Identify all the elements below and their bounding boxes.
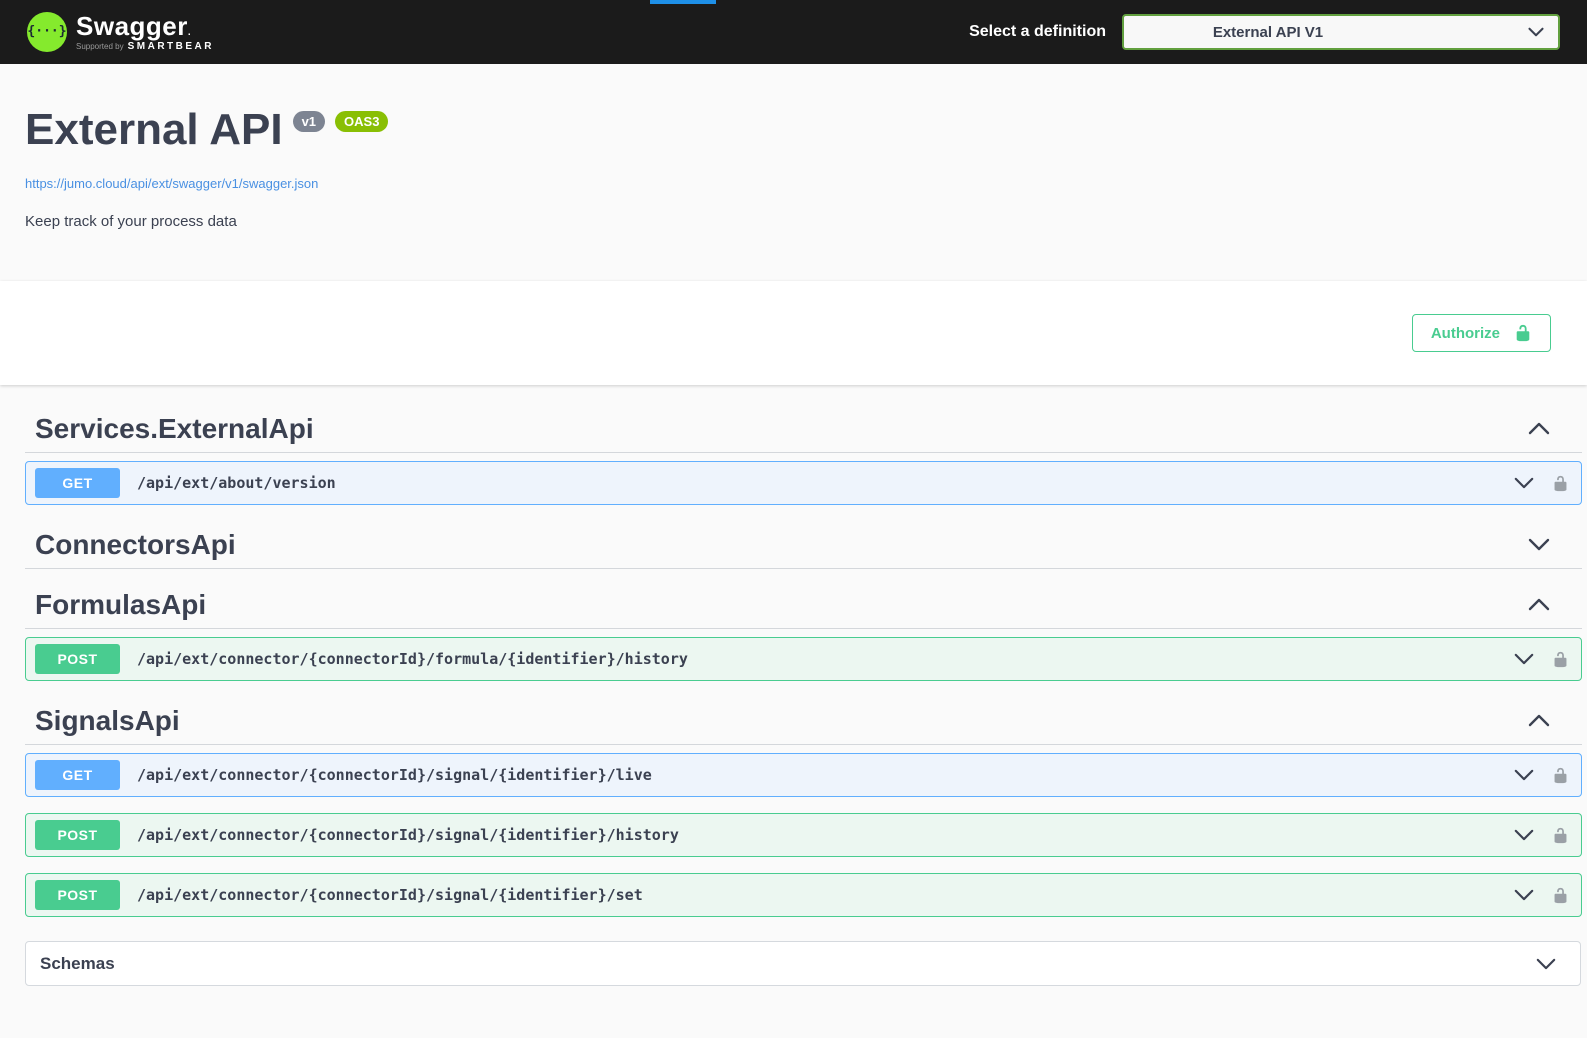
swagger-braces-icon: {···}: [27, 12, 67, 52]
method-badge: POST: [35, 880, 120, 910]
info-section: External API v1 OAS3 https://jumo.cloud/…: [0, 64, 1587, 281]
tag-section-signalsapi: SignalsApi GET /api/ext/connector/{conne…: [25, 697, 1582, 917]
unlocked-padlock-icon[interactable]: [1552, 651, 1569, 668]
operation-path: /api/ext/connector/{connectorId}/signal/…: [137, 766, 1514, 784]
unlocked-padlock-icon[interactable]: [1552, 827, 1569, 844]
select-definition-label: Select a definition: [969, 23, 1106, 41]
chevron-up-icon[interactable]: [1528, 598, 1550, 611]
schemas-section[interactable]: Schemas: [25, 941, 1581, 986]
unlocked-padlock-icon[interactable]: [1552, 475, 1569, 492]
scheme-container: Authorize: [0, 281, 1587, 385]
tag-section-connectorsapi: ConnectorsApi: [25, 521, 1582, 569]
chevron-down-icon[interactable]: [1536, 958, 1556, 970]
unlocked-padlock-icon: [1514, 324, 1532, 342]
authorize-button[interactable]: Authorize: [1412, 314, 1551, 352]
operations-area: Services.ExternalApi GET /api/ext/about/…: [0, 385, 1587, 986]
operation-row[interactable]: POST /api/ext/connector/{connectorId}/si…: [25, 873, 1582, 917]
operation-row[interactable]: GET /api/ext/connector/{connectorId}/sig…: [25, 753, 1582, 797]
version-badge: v1: [293, 111, 325, 132]
topbar: {···} Swagger. Supported by SMARTBEAR Se…: [0, 0, 1587, 64]
chevron-down-icon[interactable]: [1514, 653, 1534, 665]
tag-title: FormulasApi: [25, 589, 1528, 621]
definition-select[interactable]: External API V1: [1122, 14, 1560, 50]
operation-row[interactable]: POST /api/ext/connector/{connectorId}/fo…: [25, 637, 1582, 681]
chevron-down-icon[interactable]: [1514, 477, 1534, 489]
chevron-down-icon[interactable]: [1514, 889, 1534, 901]
tag-header-connectorsapi[interactable]: ConnectorsApi: [25, 521, 1582, 569]
chevron-up-icon[interactable]: [1528, 714, 1550, 727]
chevron-down-icon[interactable]: [1514, 769, 1534, 781]
tag-title: SignalsApi: [25, 705, 1528, 737]
api-description: Keep track of your process data: [25, 213, 1562, 230]
swagger-wordmark: Swagger: [76, 11, 188, 41]
api-title-row: External API v1 OAS3: [25, 108, 1562, 152]
schemas-title: Schemas: [40, 954, 1536, 974]
tag-title: ConnectorsApi: [25, 529, 1528, 561]
chevron-up-icon[interactable]: [1528, 422, 1550, 435]
tag-header-signalsapi[interactable]: SignalsApi: [25, 697, 1582, 745]
operation-path: /api/ext/connector/{connectorId}/signal/…: [137, 826, 1514, 844]
selected-definition-value: External API V1: [1138, 24, 1528, 41]
definition-picker: Select a definition External API V1: [969, 14, 1560, 50]
method-badge: POST: [35, 644, 120, 674]
spec-url-link[interactable]: https://jumo.cloud/api/ext/swagger/v1/sw…: [25, 176, 318, 191]
chevron-down-icon[interactable]: [1528, 538, 1550, 551]
chevron-down-icon[interactable]: [1514, 829, 1534, 841]
tag-header-services-externalapi[interactable]: Services.ExternalApi: [25, 405, 1582, 453]
page-title: External API: [25, 108, 283, 152]
top-accent-bar: [650, 0, 716, 4]
swagger-logo[interactable]: {···} Swagger. Supported by SMARTBEAR: [27, 12, 214, 53]
tag-header-formulasapi[interactable]: FormulasApi: [25, 581, 1582, 629]
method-badge: GET: [35, 468, 120, 498]
operation-path: /api/ext/about/version: [137, 474, 1514, 492]
oas3-badge: OAS3: [335, 111, 388, 132]
tag-title: Services.ExternalApi: [25, 413, 1528, 445]
operation-row[interactable]: GET /api/ext/about/version: [25, 461, 1582, 505]
unlocked-padlock-icon[interactable]: [1552, 887, 1569, 904]
method-badge: GET: [35, 760, 120, 790]
operation-row[interactable]: POST /api/ext/connector/{connectorId}/si…: [25, 813, 1582, 857]
smartbear-brand: SMARTBEAR: [128, 41, 214, 52]
unlocked-padlock-icon[interactable]: [1552, 767, 1569, 784]
method-badge: POST: [35, 820, 120, 850]
smartbear-tagline: Supported by SMARTBEAR: [76, 41, 214, 52]
swagger-wordmark-dot: .: [188, 27, 191, 38]
tag-section-services-externalapi: Services.ExternalApi GET /api/ext/about/…: [25, 405, 1582, 505]
chevron-down-icon: [1528, 27, 1544, 37]
operation-path: /api/ext/connector/{connectorId}/formula…: [137, 650, 1514, 668]
operation-path: /api/ext/connector/{connectorId}/signal/…: [137, 886, 1514, 904]
tag-section-formulasapi: FormulasApi POST /api/ext/connector/{con…: [25, 581, 1582, 681]
authorize-label: Authorize: [1431, 325, 1500, 342]
